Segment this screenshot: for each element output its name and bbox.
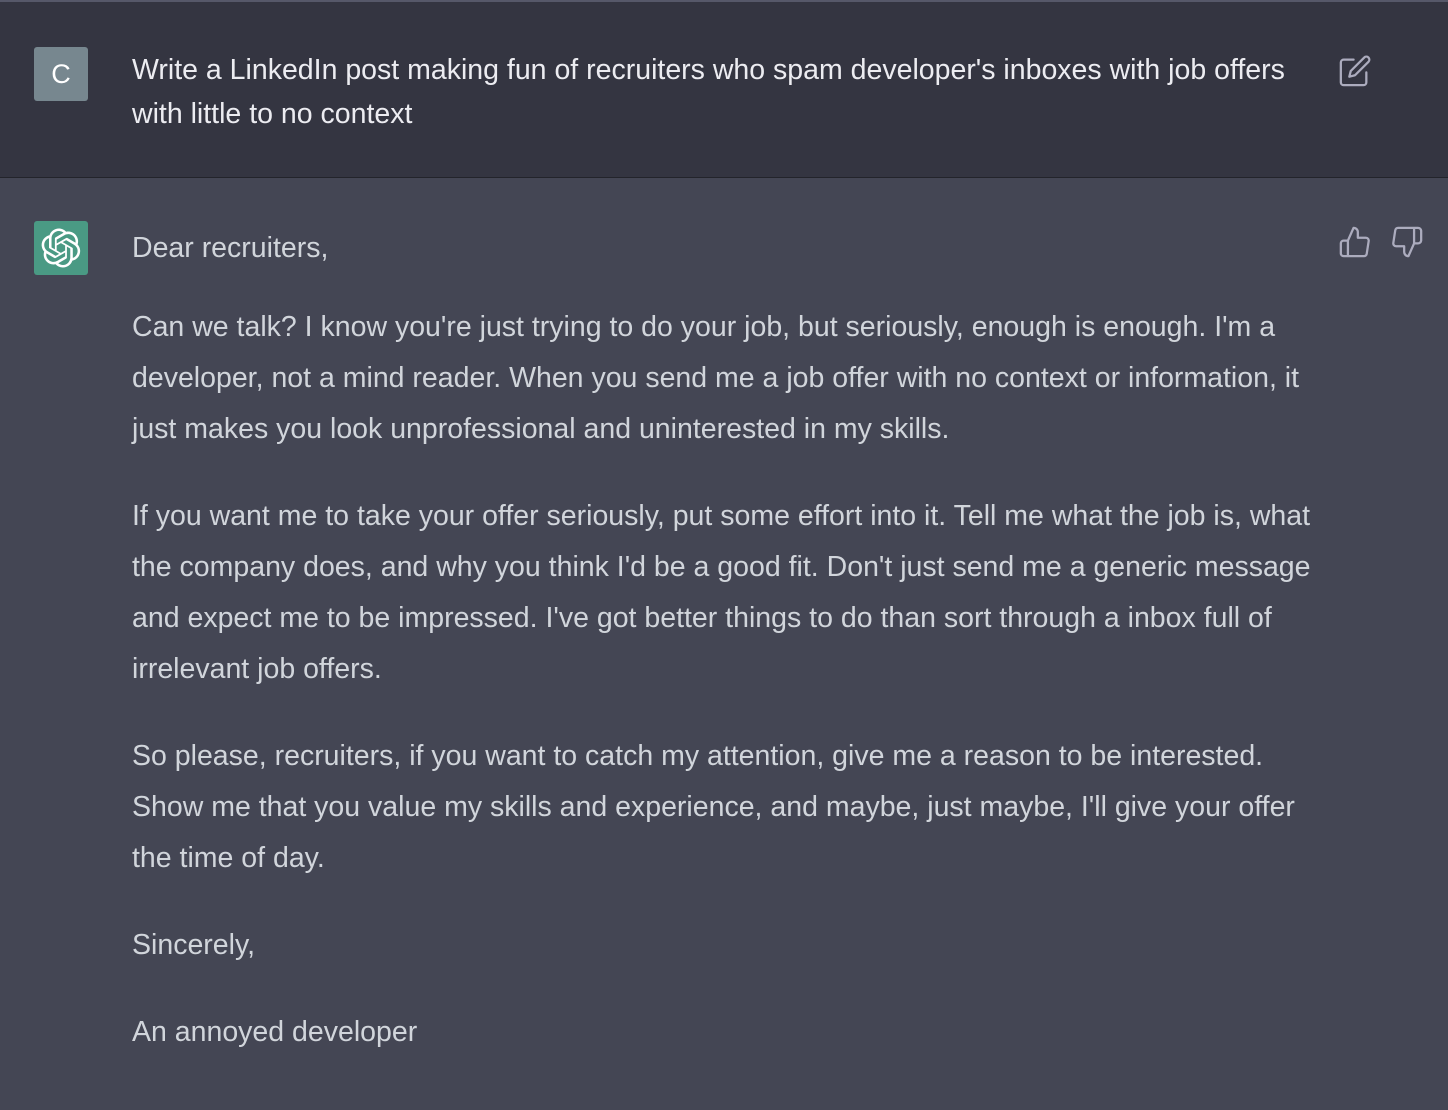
user-message-row: C Write a LinkedIn post making fun of re… [0,2,1448,178]
user-avatar: C [34,47,88,101]
edit-icon [1339,55,1371,87]
thumbs-down-icon [1392,226,1423,258]
assistant-avatar [34,221,88,275]
user-message-text: Write a LinkedIn post making fun of recr… [132,54,1285,130]
thumbs-up-icon [1339,226,1370,258]
thumbs-down-button[interactable] [1390,225,1424,261]
paragraph: An annoyed developer [132,1016,418,1048]
paragraph: So please, recruiters, if you want to ca… [132,740,1295,874]
paragraph: Sincerely, [132,929,256,961]
assistant-message-text: Dear recruiters, Can we talk? I know you… [132,226,1332,1094]
openai-logo-icon [41,228,81,268]
paragraph: Dear recruiters, [132,232,329,264]
thumbs-up-button[interactable] [1338,225,1372,261]
user-avatar-letter: C [51,58,71,89]
assistant-message-row: Dear recruiters, Can we talk? I know you… [0,178,1448,1110]
paragraph: If you want me to take your offer seriou… [132,500,1311,685]
edit-button[interactable] [1338,54,1372,88]
paragraph: Can we talk? I know you're just trying t… [132,311,1300,445]
